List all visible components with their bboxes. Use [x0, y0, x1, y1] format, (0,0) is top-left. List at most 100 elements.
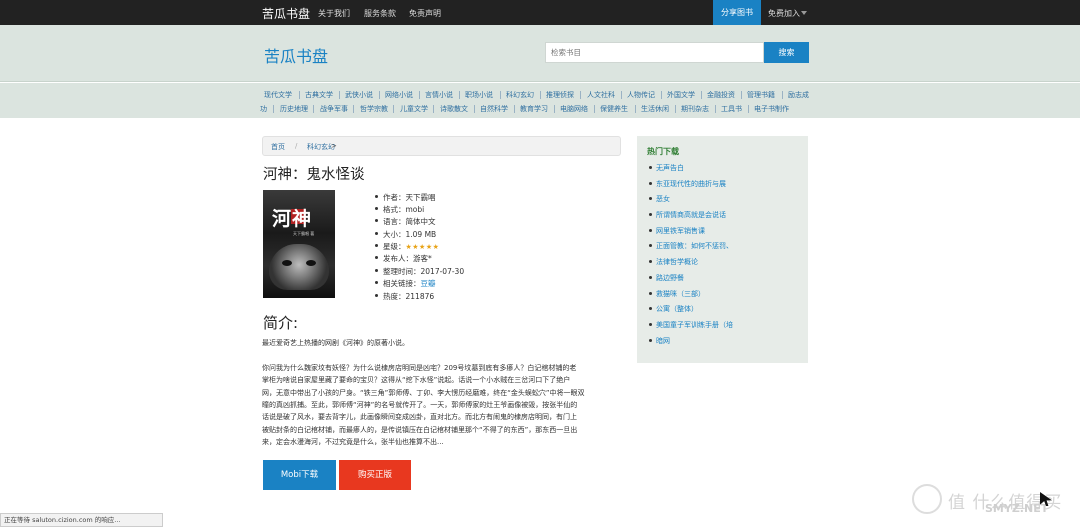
intro-line: 网，无意中带出了小孩的尸身。“铁三角”郭师傅、丁卯、李大愣历经磨难，终在“金头蜈… [262, 389, 585, 397]
topnav-link-terms[interactable]: 服务条款 [364, 8, 396, 19]
intro-lead: 最近爱奇艺上热播的网剧《河神》的原著小说。 [262, 339, 409, 347]
free-join-link[interactable]: 免费加入 [768, 8, 800, 19]
category-link[interactable]: 人物传记 [627, 90, 655, 100]
category-link[interactable]: 电子书制作 [754, 104, 789, 114]
topnav-link-disclaimer[interactable]: 免责声明 [409, 8, 441, 19]
share-book-button[interactable]: 分享图书 [713, 0, 761, 25]
divider [580, 91, 581, 99]
meta-publisher: 发布人：游客* [375, 254, 432, 263]
cover-mask-eye [306, 260, 316, 266]
hot-download-item[interactable]: 正面管教：如何不惩罚、 [649, 241, 733, 251]
category-link[interactable]: 哲学宗教 [360, 104, 388, 114]
hot-download-item[interactable]: 暗网 [649, 336, 670, 346]
divider [782, 91, 783, 99]
intro-heading: 简介: [263, 314, 299, 332]
hot-download-item[interactable]: 法律哲学概论 [649, 257, 698, 267]
divider [313, 105, 314, 113]
breadcrumb-home[interactable]: 首页 [271, 142, 285, 152]
category-link[interactable]: 人文社科 [587, 90, 615, 100]
topnav-link-about[interactable]: 关于我们 [318, 8, 350, 19]
meta-size: 大小：1.09 MB [374, 230, 437, 239]
divider [474, 105, 475, 113]
divider [379, 91, 380, 99]
category-link[interactable]: 科幻玄幻 [506, 90, 534, 100]
category-link[interactable]: 生活休闲 [641, 104, 669, 114]
divider [433, 105, 434, 113]
hot-downloads-title: 热门下载 [647, 147, 679, 156]
hot-download-item[interactable]: 路边野餐 [649, 273, 684, 283]
category-link[interactable]: 儿童文学 [400, 104, 428, 114]
meta-related: 相关链接：豆瓣 [375, 278, 436, 289]
hot-download-item[interactable]: 恶女 [649, 194, 670, 204]
chevron-down-icon[interactable] [801, 11, 807, 15]
hot-downloads-panel: 热门下载 无声告白 东亚现代性的曲折与展 恶女 所谓情商高就是会说话 网里铁军销… [637, 136, 808, 363]
category-link[interactable]: 历史地理 [280, 104, 308, 114]
category-link[interactable]: 战争军事 [320, 104, 348, 114]
category-link[interactable]: 管理书籍 [747, 90, 775, 100]
divider [594, 105, 595, 113]
mobi-download-button[interactable]: Mobi下载 [263, 460, 336, 490]
category-link[interactable]: 期刊杂志 [681, 104, 709, 114]
buy-genuine-button[interactable]: 购买正版 [339, 460, 411, 490]
category-link[interactable]: 自然科学 [480, 104, 508, 114]
category-link[interactable]: 职场小说 [465, 90, 493, 100]
intro-line: 被贴封条的白记棺材铺，而最瘆人的，是传说镇压在白记棺材铺里那个“不得了的东西”，… [262, 426, 578, 434]
cover-mask-eye [282, 260, 292, 266]
intro-line: 掌柜为啥说自家屋里藏了要命的宝贝？这得从“挖下水怪”说起。话说一个小水贼在三岔河… [262, 376, 571, 384]
category-link[interactable]: 励志成 [788, 90, 809, 100]
meta-date: 整理时间：2017-07-30 [374, 267, 465, 276]
divider [554, 105, 555, 113]
divider [299, 91, 300, 99]
category-link[interactable]: 网络小说 [385, 90, 413, 100]
hot-download-item[interactable]: 美国童子军训练手册（培 [649, 320, 733, 330]
hot-download-item[interactable]: 所谓情商高就是会说话 [649, 210, 726, 220]
category-link[interactable]: 武侠小说 [345, 90, 373, 100]
category-link[interactable]: 推理侦探 [546, 90, 574, 100]
divider [675, 105, 676, 113]
douban-link[interactable]: 豆瓣 [421, 279, 436, 288]
category-link[interactable]: 电脑网络 [560, 104, 588, 114]
cover-author: 天下霸唱 著 [293, 231, 315, 236]
divider [715, 105, 716, 113]
divider [393, 105, 394, 113]
search-input[interactable] [545, 42, 764, 63]
book-title: 河神：鬼水怪谈 [263, 167, 365, 183]
category-link[interactable]: 保健养生 [600, 104, 628, 114]
divider [635, 105, 636, 113]
meta-author: 作者：天下霸唱 [375, 193, 436, 202]
category-link[interactable]: 教育学习 [520, 104, 548, 114]
meta-format: 格式：mobi [374, 205, 425, 214]
divider [748, 105, 749, 113]
star-rating-icon: ★★★★★ [405, 243, 440, 251]
intro-line: 你问我为什么魏家坟有妖怪？为什么说棣房店明同是凶宅？209号坟墓到底有多瘆人？白… [262, 364, 577, 372]
hot-download-item[interactable]: 网里铁军销售课 [649, 226, 705, 236]
book-cover[interactable]: 河神 天下霸唱 著 [263, 190, 335, 298]
divider [540, 91, 541, 99]
intro-line: 话说是破了风水，要去背字儿，此画像瞬间变成凶卦，直对北方。而北方有闹鬼的棣房店明… [262, 413, 577, 421]
top-navbar: 苦瓜书盘 关于我们 服务条款 免责声明 分享图书 免费加入 [0, 0, 1080, 25]
category-link[interactable]: 功 [260, 104, 267, 114]
hot-download-item[interactable]: 无声告白 [649, 163, 684, 173]
site-logo[interactable]: 苦瓜书盘 [264, 43, 328, 67]
divider [500, 91, 501, 99]
hot-download-item[interactable]: 东亚现代性的曲折与展 [649, 179, 726, 189]
breadcrumb-separator: / [295, 142, 298, 150]
category-link[interactable]: 外国文学 [667, 90, 695, 100]
category-link[interactable]: 工具书 [721, 104, 742, 114]
category-link[interactable]: 诗歌散文 [440, 104, 468, 114]
watermark-subtext: SMYZ.NET [985, 502, 1049, 515]
hot-download-item[interactable]: 救猫咪（三部） [649, 289, 705, 299]
meta-related-label: 相关链接： [383, 279, 421, 288]
category-link[interactable]: 古典文学 [305, 90, 333, 100]
category-link[interactable]: 金融投资 [707, 90, 735, 100]
intro-line: 瞳的真凶抓捕。至此，郭师傅“河神”的名号就传开了。一天，郭师傅家的灶王爷画像被毁… [262, 401, 578, 409]
category-link[interactable]: 言情小说 [425, 90, 453, 100]
cover-mask-art [269, 244, 329, 290]
search-button[interactable]: 搜索 [764, 42, 809, 63]
hot-download-item[interactable]: 公寓（整体） [649, 304, 698, 314]
divider [339, 91, 340, 99]
meta-rating: 星级：★★★★★ [374, 241, 440, 252]
category-link[interactable]: 现代文学 [264, 90, 292, 100]
topnav-brand[interactable]: 苦瓜书盘 [262, 5, 310, 22]
divider [514, 105, 515, 113]
